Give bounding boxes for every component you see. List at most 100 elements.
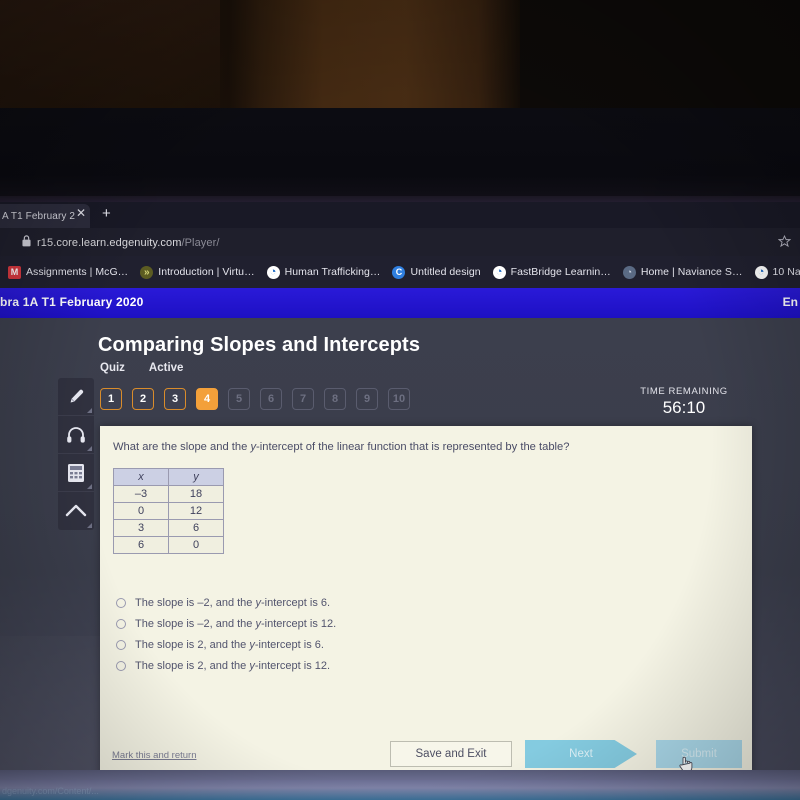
tool-rail — [58, 378, 94, 530]
bookmark-label: Untitled design — [410, 266, 481, 278]
table-row: 0 12 — [113, 502, 224, 520]
course-header-right-label[interactable]: En — [783, 295, 798, 309]
question-nav-6: 6 — [260, 388, 282, 410]
cell-x: 3 — [113, 519, 169, 537]
answer-option-label: The slope is –2, and the y-intercept is … — [135, 597, 330, 609]
prompt-part-2: -intercept of the linear function that i… — [256, 441, 570, 453]
bookmark-item[interactable]: » Introduction | Virtu… — [134, 256, 260, 288]
timer: TIME REMAINING 56:10 — [614, 386, 754, 418]
page-title: Comparing Slopes and Intercepts — [98, 334, 421, 356]
answer-option-label: The slope is 2, and the y-intercept is 1… — [135, 660, 330, 672]
bookmark-item[interactable]: ◔ Home | Naviance S… — [617, 256, 749, 288]
option-text-post: -intercept is 6. — [260, 596, 331, 609]
option-text-pre: The slope is 2, and the — [135, 638, 250, 651]
lesson-type-label: Quiz — [100, 362, 125, 374]
virtu-favicon: » — [140, 265, 154, 279]
lock-icon — [22, 235, 31, 247]
table-header-row: x y — [113, 468, 224, 486]
browser-chrome: A T1 February 2 ✕ + r15.core.learn.edgen… — [0, 202, 800, 288]
answer-option-4[interactable]: The slope is 2, and the y-intercept is 1… — [116, 655, 336, 676]
globe-favicon: ◔ — [492, 265, 506, 279]
question-nav-8: 8 — [324, 388, 346, 410]
question-nav-7: 7 — [292, 388, 314, 410]
course-header-bar: bra 1A T1 February 2020 En — [0, 288, 800, 318]
tab-strip: A T1 February 2 ✕ + — [0, 202, 800, 228]
radio-button-icon[interactable] — [116, 597, 126, 608]
bookmark-item[interactable]: ◔ Human Trafficking… — [261, 256, 387, 288]
lesson-status-label: Active — [148, 362, 184, 374]
cell-x: –3 — [113, 485, 169, 503]
plus-icon[interactable]: + — [102, 206, 111, 221]
lesson-meta: Quiz Active — [100, 362, 183, 374]
wood-surface-shadow — [0, 0, 220, 110]
data-table: x y –3 18 0 12 3 6 6 0 — [113, 468, 224, 554]
submit-button[interactable]: Submit — [656, 740, 742, 768]
next-button[interactable]: Next — [525, 740, 637, 768]
radio-button-icon[interactable] — [116, 639, 126, 650]
mcgraw-favicon: M — [8, 265, 21, 279]
answer-option-label: The slope is 2, and the y-intercept is 6… — [135, 639, 324, 651]
question-nav-1[interactable]: 1 — [100, 388, 122, 410]
cell-y: 6 — [168, 519, 224, 537]
table-row: 3 6 — [113, 519, 224, 537]
question-nav-10: 10 — [388, 388, 410, 410]
bookmark-item[interactable]: ◔ 10 National P — [749, 256, 800, 288]
globe-favicon: ◔ — [754, 265, 768, 279]
scroll-up-tool[interactable] — [58, 492, 94, 530]
bookmark-label: FastBridge Learnin… — [510, 266, 611, 278]
answer-options: The slope is –2, and the y-intercept is … — [116, 592, 336, 676]
answer-option-3[interactable]: The slope is 2, and the y-intercept is 6… — [116, 634, 336, 655]
column-header-y: y — [168, 468, 224, 486]
bookmark-label: Introduction | Virtu… — [158, 266, 255, 278]
bookmark-label: Home | Naviance S… — [640, 266, 743, 278]
cell-y: 18 — [168, 485, 224, 503]
save-and-exit-button[interactable]: Save and Exit — [390, 741, 512, 767]
bookmark-item[interactable]: C Untitled design — [386, 256, 486, 288]
star-icon[interactable] — [778, 235, 791, 248]
question-nav-2[interactable]: 2 — [132, 388, 154, 410]
question-nav-9: 9 — [356, 388, 378, 410]
answer-option-2[interactable]: The slope is –2, and the y-intercept is … — [116, 613, 336, 634]
question-navigation: 1 2 3 4 5 6 7 8 9 10 — [100, 388, 410, 410]
option-text-post: -intercept is 12. — [260, 617, 337, 630]
pencil-tool[interactable] — [58, 378, 94, 416]
cell-x: 6 — [113, 536, 169, 554]
table-row: –3 18 — [113, 485, 224, 503]
option-text-pre: The slope is 2, and the — [135, 659, 250, 672]
course-title: bra 1A T1 February 2020 — [0, 295, 144, 309]
cell-x: 0 — [113, 502, 169, 520]
close-icon[interactable]: ✕ — [74, 207, 88, 219]
timer-label: TIME REMAINING — [640, 386, 728, 397]
answer-option-label: The slope is –2, and the y-intercept is … — [135, 618, 336, 630]
browser-status-bar: dgenuity.com/Content/... — [0, 780, 800, 800]
bookmark-label: Human Trafficking… — [284, 266, 381, 278]
status-url-text: dgenuity.com/Content/... — [2, 786, 99, 796]
bookmark-item[interactable]: ◔ FastBridge Learnin… — [487, 256, 617, 288]
calculator-tool[interactable] — [58, 454, 94, 492]
shadow-band — [0, 108, 800, 204]
headphones-icon — [67, 426, 85, 443]
prompt-part-1: What are the slope and the — [113, 441, 251, 453]
tab-title: A T1 February 2 — [2, 210, 76, 222]
answer-option-1[interactable]: The slope is –2, and the y-intercept is … — [116, 592, 336, 613]
url-path: /Player/ — [181, 237, 220, 249]
bookmark-label: Assignments | McG… — [26, 266, 129, 278]
globe-favicon: ◔ — [266, 265, 280, 279]
question-nav-4[interactable]: 4 — [196, 388, 218, 410]
url-text: r15.core.learn.edgenuity.com/Player/ — [37, 237, 220, 249]
calculator-icon — [68, 463, 84, 482]
url-domain: r15.core.learn.edgenuity.com — [37, 237, 182, 249]
mark-this-and-return-link[interactable]: Mark this and return — [112, 750, 196, 761]
naviance-favicon: ◔ — [622, 265, 636, 279]
bookmark-label: 10 National P — [772, 266, 800, 278]
audio-tool[interactable] — [58, 416, 94, 454]
arrow-up-icon — [65, 504, 87, 517]
bookmark-item[interactable]: M Assignments | McG… — [0, 256, 134, 288]
cell-y: 12 — [168, 502, 224, 520]
question-nav-5: 5 — [228, 388, 250, 410]
option-text-pre: The slope is –2, and the — [135, 617, 256, 630]
radio-button-icon[interactable] — [116, 660, 126, 671]
question-nav-3[interactable]: 3 — [164, 388, 186, 410]
address-bar[interactable]: r15.core.learn.edgenuity.com/Player/ — [0, 228, 800, 256]
radio-button-icon[interactable] — [116, 618, 126, 629]
